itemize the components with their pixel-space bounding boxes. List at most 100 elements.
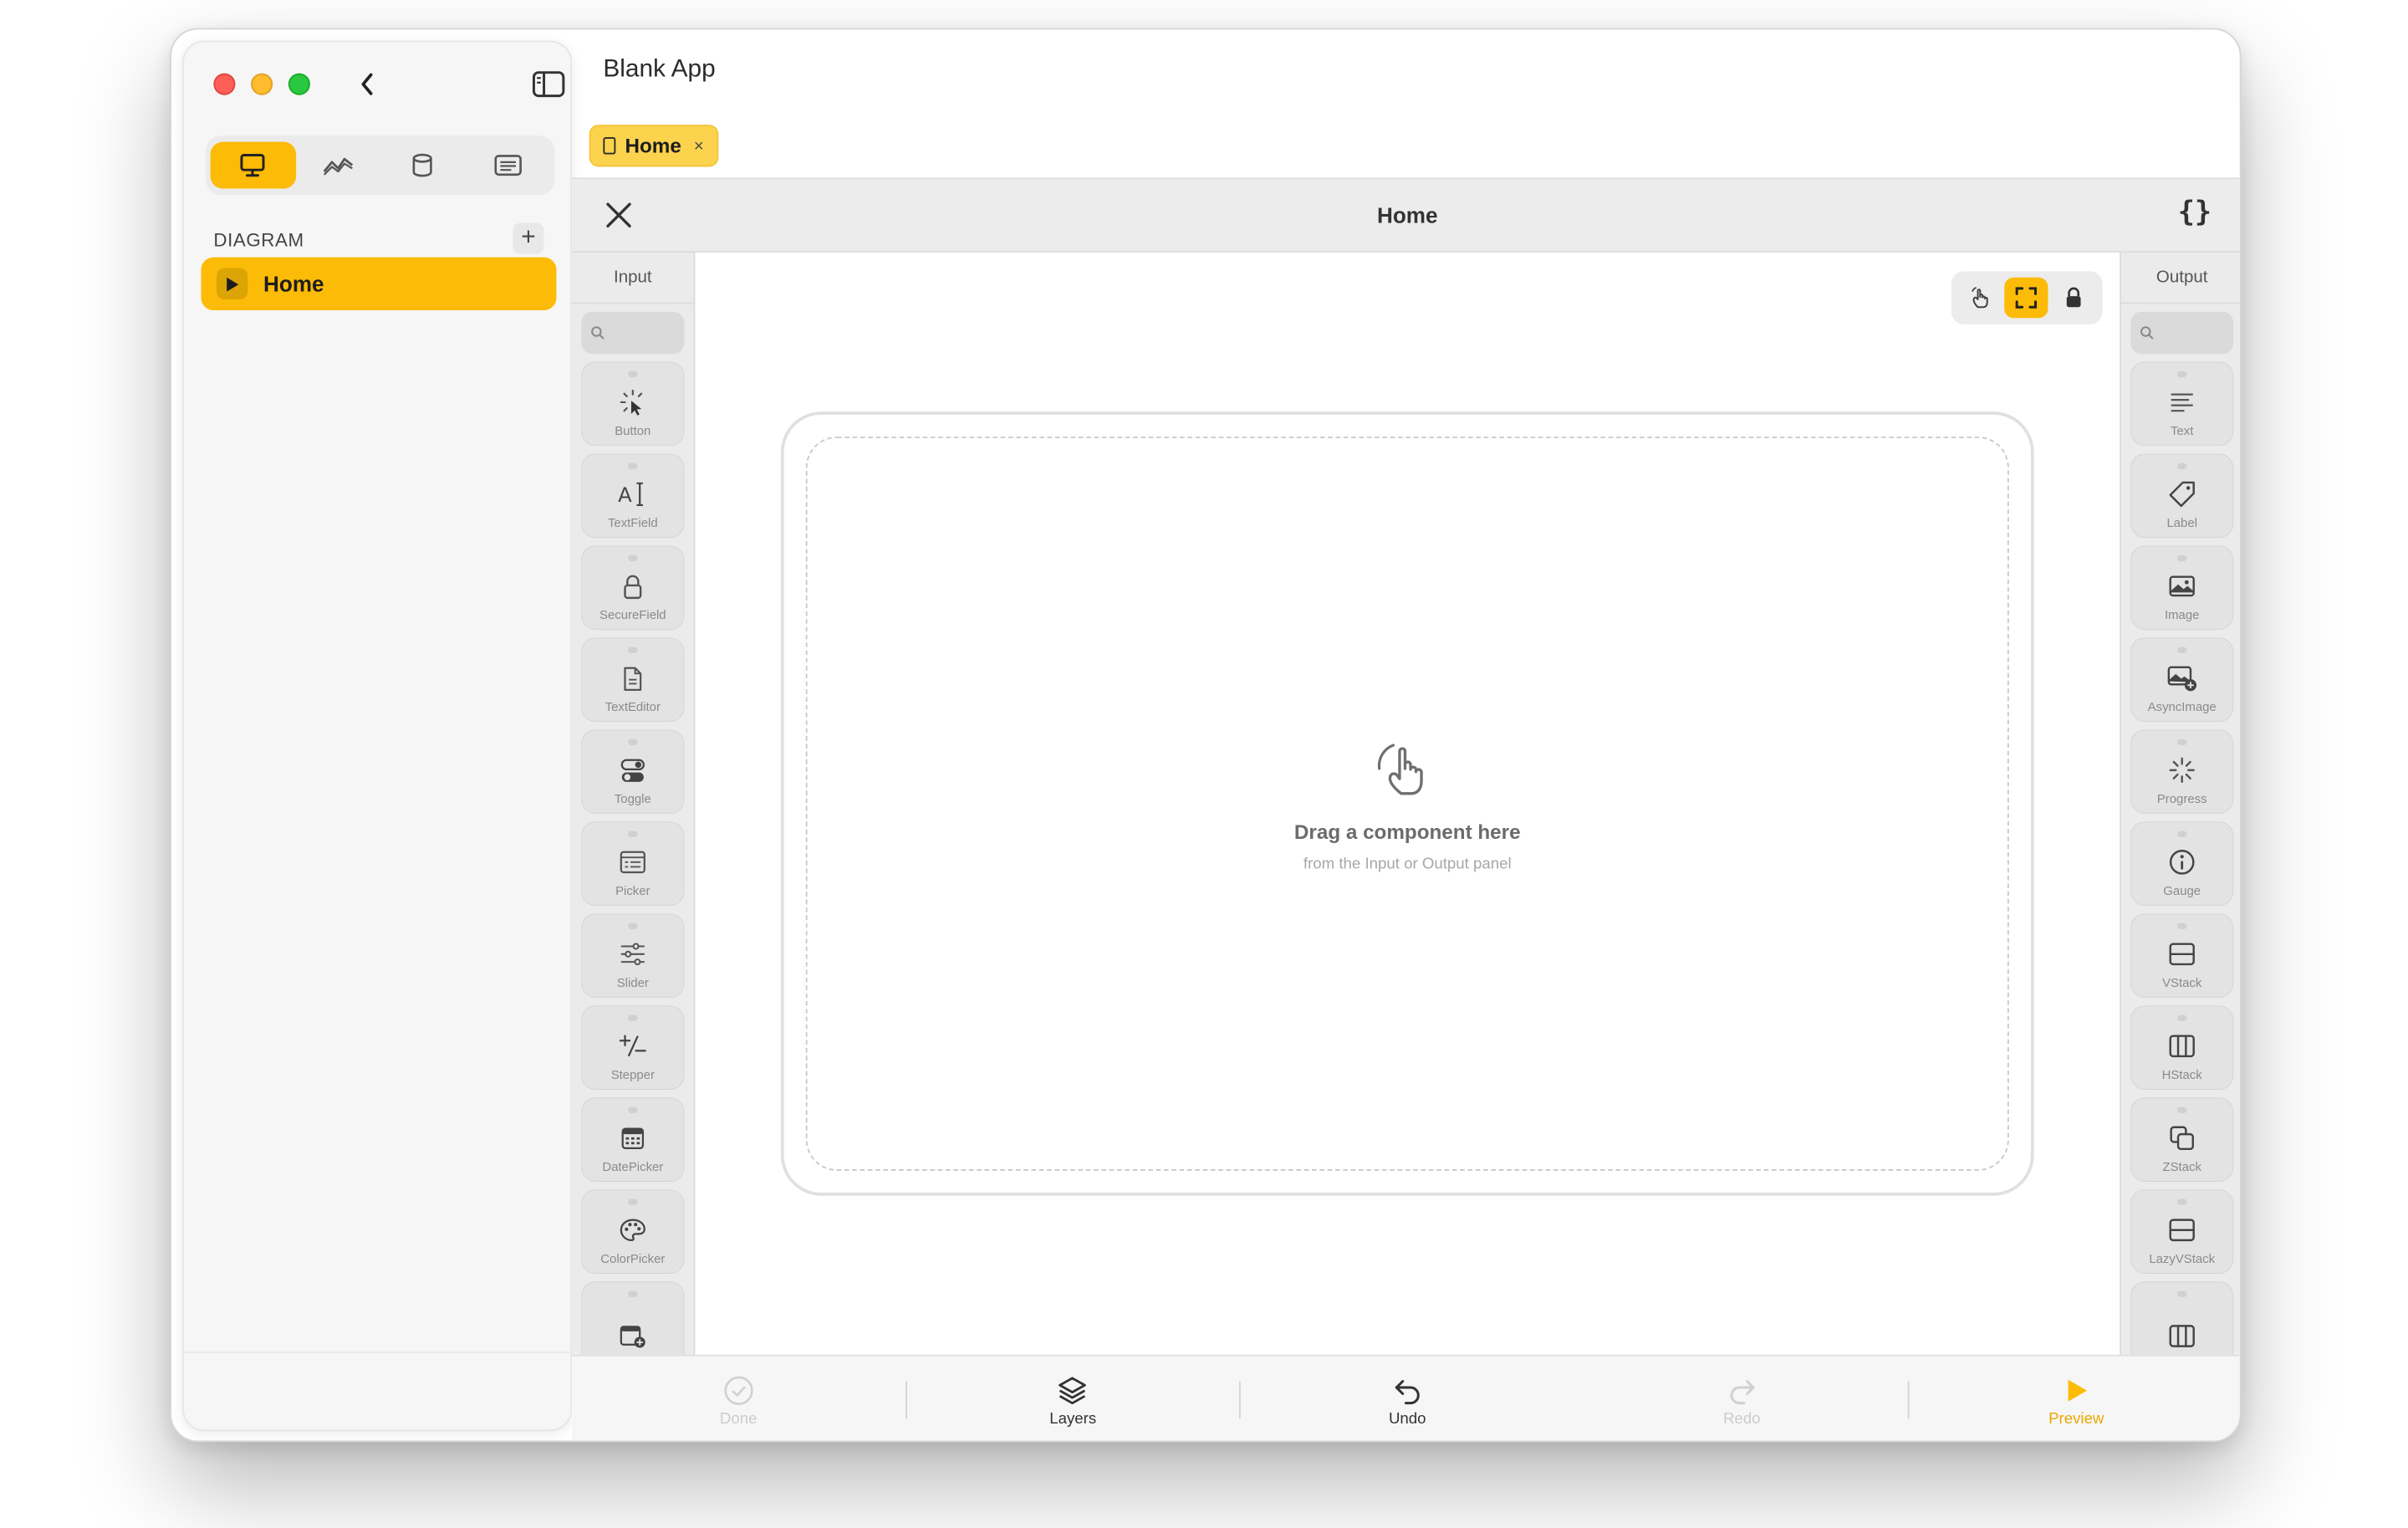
input-component-securefield[interactable]: SecureField bbox=[581, 545, 685, 631]
editor: Home {} Input Button A TextField SecureFiel… bbox=[572, 177, 2240, 1441]
hand-gesture-icon bbox=[1971, 287, 1988, 309]
drag-handle bbox=[628, 738, 638, 746]
output-component-zstack[interactable]: ZStack bbox=[2130, 1097, 2234, 1182]
done-button[interactable]: Done bbox=[572, 1357, 905, 1441]
input-component-calendar-plus-icon[interactable] bbox=[581, 1281, 685, 1357]
undo-label: Undo bbox=[1388, 1410, 1426, 1428]
output-component-vstack[interactable]: VStack bbox=[2130, 913, 2234, 999]
input-component-button[interactable]: Button bbox=[581, 361, 685, 447]
input-panel: Input Button A TextField SecureField TextEdi… bbox=[572, 252, 696, 1357]
output-component-lazy-hstack-icon[interactable] bbox=[2130, 1281, 2234, 1357]
input-component-datepicker[interactable]: DatePicker bbox=[581, 1097, 685, 1182]
input-component-toggle[interactable]: Toggle bbox=[581, 729, 685, 815]
sidebar-toggle-icon[interactable] bbox=[532, 70, 566, 99]
component-label: Gauge bbox=[2163, 883, 2201, 898]
back-button[interactable] bbox=[352, 69, 383, 100]
input-component-colorpicker[interactable]: ColorPicker bbox=[581, 1189, 685, 1274]
slider-icon bbox=[615, 937, 650, 971]
sidebar-item-label: Home bbox=[263, 271, 324, 297]
play-icon bbox=[217, 268, 248, 299]
segment-list[interactable] bbox=[465, 142, 550, 189]
app-window: DIAGRAM + Home Blank App Home × Home {} … bbox=[170, 28, 2242, 1443]
design-canvas[interactable]: Drag a component here from the Input or … bbox=[696, 252, 2119, 1357]
component-label: ColorPicker bbox=[600, 1251, 666, 1266]
input-component-textfield[interactable]: A TextField bbox=[581, 453, 685, 539]
database-icon bbox=[413, 153, 433, 177]
output-component-label[interactable]: Label bbox=[2130, 453, 2234, 539]
drag-handle bbox=[628, 1106, 638, 1113]
segment-database[interactable] bbox=[380, 142, 466, 189]
chart-icon bbox=[323, 157, 353, 176]
output-component-progress[interactable]: Progress bbox=[2130, 729, 2234, 815]
drag-handle bbox=[2177, 1106, 2187, 1113]
gesture-tool-button[interactable] bbox=[1959, 278, 2002, 318]
code-view-button[interactable]: {} bbox=[2178, 197, 2212, 229]
component-label: Toggle bbox=[614, 791, 651, 806]
toggle-icon bbox=[615, 753, 650, 787]
diagram-section-label: DIAGRAM bbox=[213, 229, 304, 252]
preview-button[interactable]: Preview bbox=[1910, 1357, 2239, 1441]
component-label: Image bbox=[2164, 607, 2200, 622]
drag-handle bbox=[2177, 922, 2187, 929]
canvas-toolbar bbox=[1951, 271, 2103, 325]
output-panel-title: Output bbox=[2121, 253, 2240, 304]
output-panel: Output Text Label Image AsyncImage Progress G… bbox=[2120, 252, 2240, 1357]
lock-icon bbox=[2066, 287, 2080, 308]
app-title: Blank App bbox=[603, 56, 716, 83]
input-component-texteditor[interactable]: TextEditor bbox=[581, 637, 685, 723]
sidebar-item-home[interactable]: Home bbox=[201, 257, 557, 310]
drag-handle bbox=[2177, 830, 2187, 838]
output-search-field[interactable] bbox=[2130, 311, 2234, 355]
component-label: SecureField bbox=[599, 607, 666, 622]
input-component-slider[interactable]: Slider bbox=[581, 913, 685, 999]
drag-handle bbox=[628, 1290, 638, 1297]
tab-close-icon[interactable]: × bbox=[694, 136, 704, 155]
output-component-asyncimage[interactable]: AsyncImage bbox=[2130, 637, 2234, 723]
done-label: Done bbox=[719, 1410, 758, 1428]
drag-hand-icon bbox=[1377, 744, 1423, 795]
redo-icon bbox=[1729, 1379, 1754, 1404]
output-component-gauge[interactable]: Gauge bbox=[2130, 821, 2234, 907]
component-label: Picker bbox=[615, 883, 650, 898]
redo-button[interactable]: Redo bbox=[1575, 1357, 1908, 1441]
input-search-field[interactable] bbox=[581, 311, 685, 355]
component-label: DatePicker bbox=[602, 1159, 664, 1174]
undo-icon bbox=[1395, 1379, 1420, 1404]
tab-home[interactable]: Home × bbox=[589, 125, 718, 167]
drop-hint-subtitle: from the Input or Output panel bbox=[1303, 856, 1512, 873]
layers-button[interactable]: Layers bbox=[906, 1357, 1239, 1441]
output-component-text[interactable]: Text bbox=[2130, 361, 2234, 447]
fullscreen-tool-button[interactable] bbox=[2005, 277, 2049, 319]
drop-zone[interactable] bbox=[805, 436, 2009, 1171]
output-component-lazyvstack[interactable]: LazyVStack bbox=[2130, 1189, 2234, 1274]
component-label: Progress bbox=[2156, 791, 2207, 806]
close-window-button[interactable] bbox=[213, 73, 236, 95]
minimize-window-button[interactable] bbox=[251, 73, 273, 95]
svg-text:A: A bbox=[618, 483, 632, 507]
output-component-hstack[interactable]: HStack bbox=[2130, 1005, 2234, 1090]
input-component-picker[interactable]: Picker bbox=[581, 821, 685, 907]
zoom-window-button[interactable] bbox=[288, 73, 310, 95]
lock-tool-button[interactable] bbox=[2051, 278, 2094, 318]
output-component-image[interactable]: Image bbox=[2130, 545, 2234, 631]
search-icon bbox=[2140, 326, 2154, 340]
picker-icon bbox=[615, 845, 650, 879]
component-label: Stepper bbox=[610, 1067, 655, 1082]
component-label: VStack bbox=[2162, 975, 2202, 990]
undo-button[interactable]: Undo bbox=[1241, 1357, 1574, 1441]
tag-icon bbox=[2165, 477, 2199, 511]
input-component-stepper[interactable]: Stepper bbox=[581, 1005, 685, 1090]
drag-handle bbox=[2177, 646, 2187, 654]
chevron-left-icon bbox=[361, 73, 373, 95]
document-icon bbox=[603, 137, 616, 155]
text-lines-icon bbox=[2165, 385, 2199, 419]
component-label: Slider bbox=[616, 975, 649, 990]
drag-handle bbox=[628, 371, 638, 378]
segment-desktop[interactable] bbox=[210, 141, 296, 189]
add-diagram-button[interactable]: + bbox=[513, 222, 544, 254]
async-image-icon bbox=[2165, 661, 2199, 695]
segment-chart[interactable] bbox=[295, 142, 380, 189]
sidebar-footer bbox=[183, 1352, 571, 1429]
component-label: HStack bbox=[2161, 1067, 2202, 1082]
layers-icon bbox=[1059, 1376, 1087, 1404]
